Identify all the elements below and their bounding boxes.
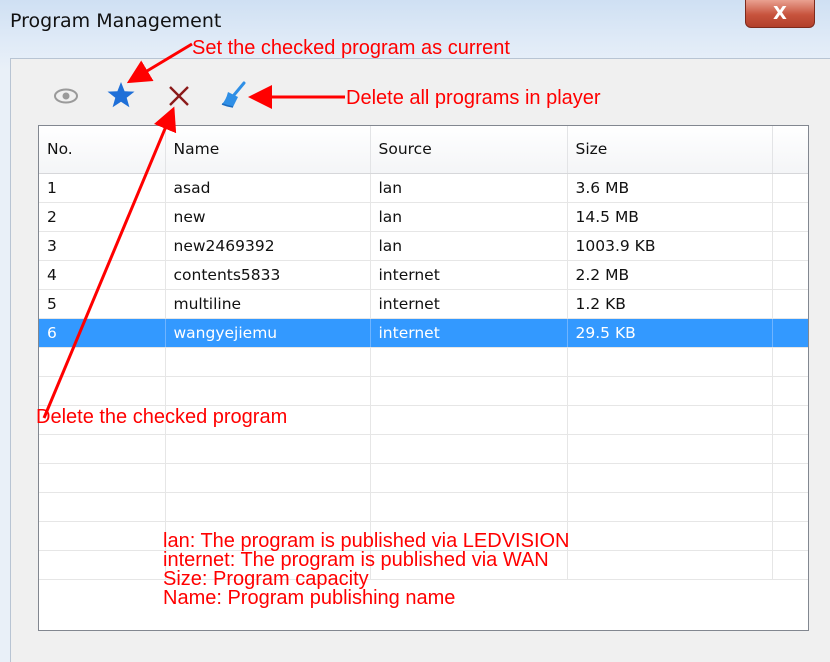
column-header-name[interactable]: Name [165,126,371,174]
cell-source: internet [370,260,568,290]
cell-no: 3 [39,231,166,261]
cell-size: 1003.9 KB [567,231,773,261]
star-icon [107,82,135,108]
table-row[interactable]: 5 multiline internet 1.2 KB [39,289,808,319]
annotation-set-current: Set the checked program as current [192,37,510,59]
empty-row [39,463,808,493]
close-button[interactable]: X [745,0,815,28]
legend-notes: lan: The program is published via LEDVIS… [163,531,570,609]
delete-button[interactable] [164,81,194,111]
preview-button[interactable] [51,81,81,111]
cell-size: 1.2 KB [567,289,773,319]
table-row[interactable]: 2 new lan 14.5 MB [39,202,808,232]
broom-icon [221,81,246,108]
cell-source: lan [370,202,568,232]
cell-no: 5 [39,289,166,319]
column-header-no[interactable]: No. [39,126,166,174]
cell-size: 2.2 MB [567,260,773,290]
cell-name: wangyejiemu [165,318,371,348]
cell-size: 3.6 MB [567,173,773,203]
cell-no: 4 [39,260,166,290]
cell-filler [772,173,808,203]
cell-no: 6 [39,318,166,348]
empty-row [39,376,808,406]
empty-row [39,347,808,377]
column-header-size[interactable]: Size [567,126,773,174]
eye-icon [54,88,78,104]
clear-all-button[interactable] [219,80,249,110]
table-row[interactable]: 4 contents5833 internet 2.2 MB [39,260,808,290]
annotation-delete-all: Delete all programs in player [346,87,601,109]
cell-name: contents5833 [165,260,371,290]
cell-name: asad [165,173,371,203]
cell-filler [772,289,808,319]
cell-no: 1 [39,173,166,203]
cell-name: new [165,202,371,232]
column-header-source[interactable]: Source [370,126,568,174]
table-header-row: No. Name Source Size [39,126,808,174]
cell-source: internet [370,318,568,348]
close-icon [169,86,189,106]
set-current-button[interactable] [106,80,136,110]
program-management-window: Program Management X No. Name Source Siz… [0,0,830,662]
legend-name: Name: Program publishing name [163,587,456,609]
annotation-delete-checked: Delete the checked program [36,406,288,428]
table-row[interactable]: 3 new2469392 lan 1003.9 KB [39,231,808,261]
table-row[interactable]: 1 asad lan 3.6 MB [39,173,808,203]
cell-name: multiline [165,289,371,319]
empty-row [39,434,808,464]
cell-filler [772,260,808,290]
cell-filler [772,318,808,348]
cell-filler [772,231,808,261]
cell-no: 2 [39,202,166,232]
cell-name: new2469392 [165,231,371,261]
column-header-filler [772,126,808,174]
cell-size: 29.5 KB [567,318,773,348]
window-title: Program Management [10,10,222,32]
close-icon: X [773,3,787,24]
empty-row [39,492,808,522]
cell-source: internet [370,289,568,319]
cell-filler [772,202,808,232]
cell-size: 14.5 MB [567,202,773,232]
table-row-selected[interactable]: 6 wangyejiemu internet 29.5 KB [39,318,808,348]
cell-source: lan [370,173,568,203]
cell-source: lan [370,231,568,261]
